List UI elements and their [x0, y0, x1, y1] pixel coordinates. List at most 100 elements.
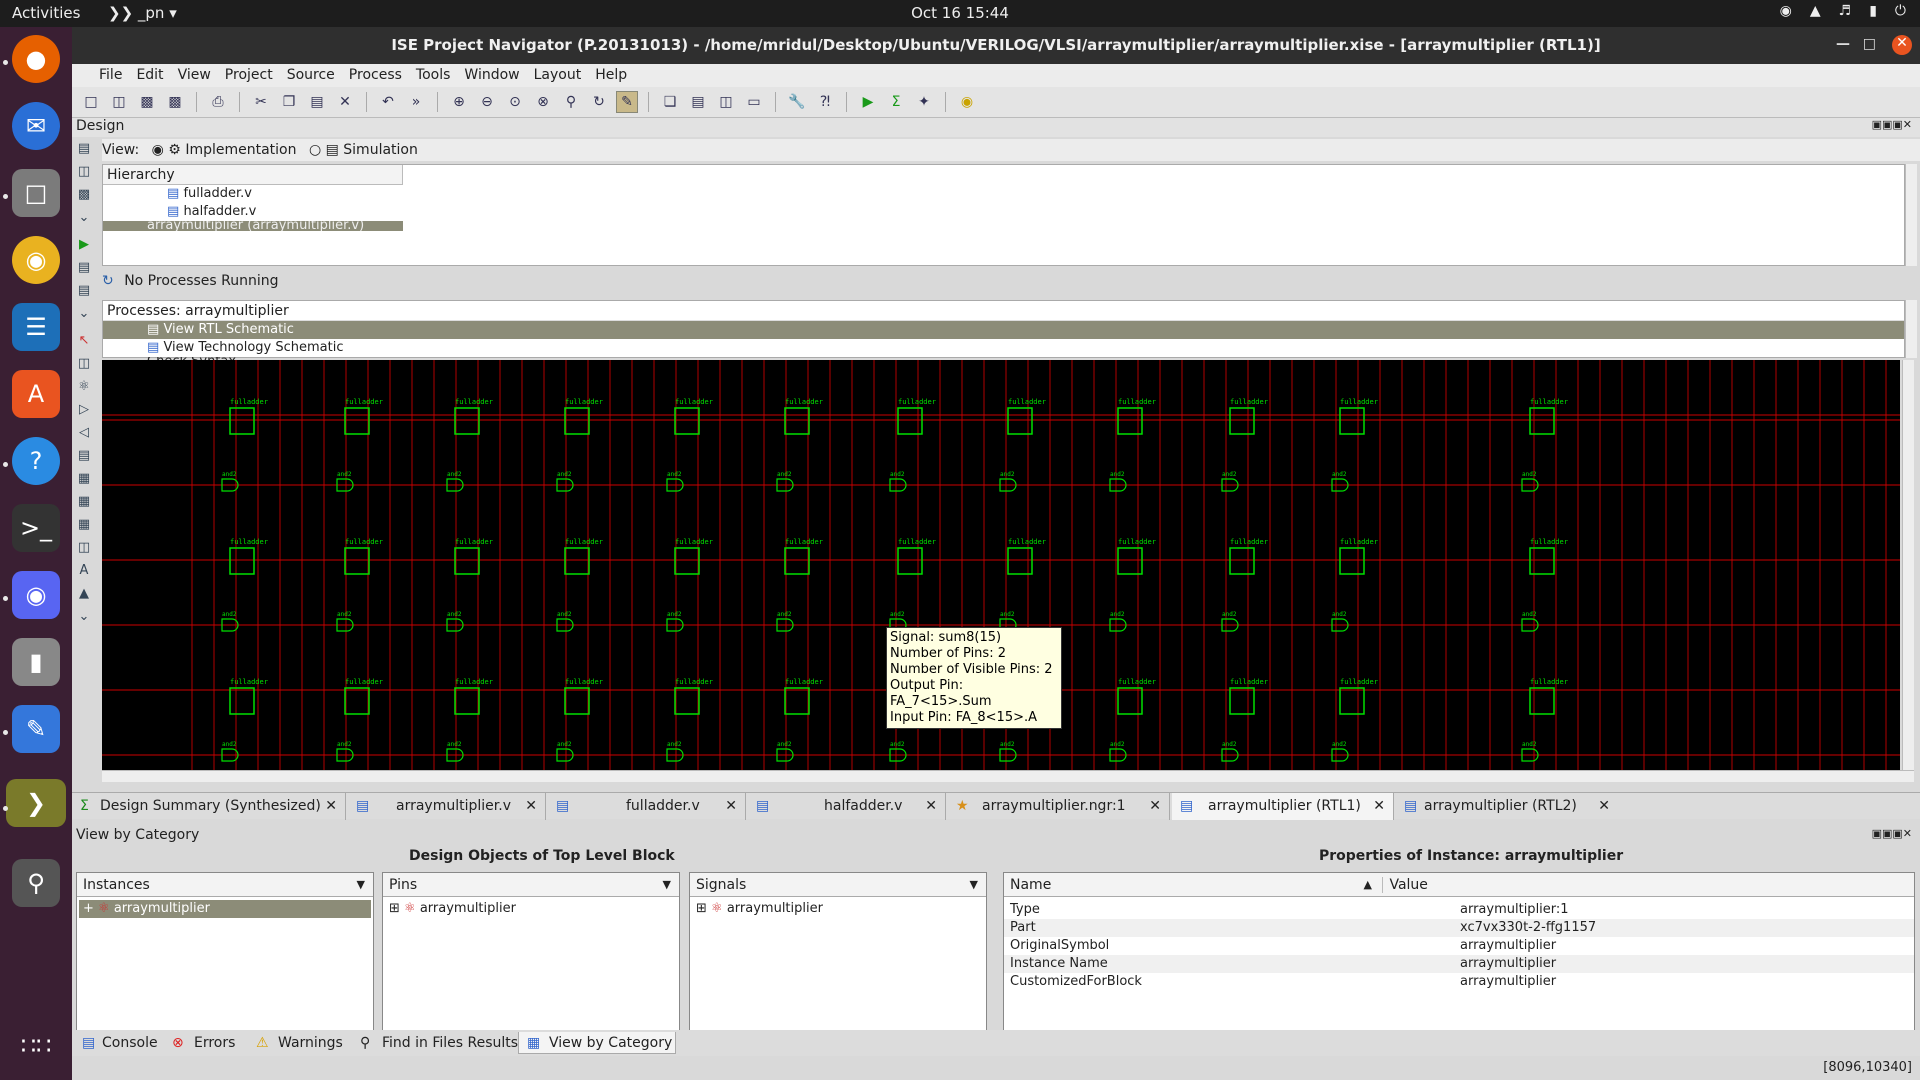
value-column-header[interactable]: Value — [1382, 877, 1428, 893]
terminal-icon[interactable]: >_ — [12, 504, 60, 552]
tab-rtl1[interactable]: ▤ arraymultiplier (RTL1) ✕ — [1172, 793, 1394, 820]
panel-window-controls[interactable]: ▣▣▣✕ — [1872, 827, 1912, 840]
writer-icon[interactable]: ☰ — [12, 303, 60, 351]
pan-icon[interactable]: ⚲ — [560, 91, 582, 113]
select-tool-icon[interactable]: ✎ — [616, 91, 638, 113]
help-icon[interactable]: ? — [12, 437, 60, 485]
push-icon[interactable]: ▷ — [79, 402, 89, 417]
pointer-icon[interactable]: ↖ — [79, 333, 90, 348]
discord-tray-icon[interactable]: ◉ — [1780, 3, 1792, 19]
discord-icon[interactable]: ◉ — [12, 571, 60, 619]
search-icon[interactable]: ⚲ — [12, 859, 60, 907]
schematic-tool-icon[interactable]: ▤ — [78, 260, 90, 275]
pins-list[interactable]: Pins ▼ ⊞ ⚛ arraymultiplier — [382, 872, 680, 1055]
sort-ascending-icon[interactable]: ▲ — [1364, 873, 1372, 897]
text-icon[interactable]: A — [80, 563, 89, 578]
add-source-icon[interactable]: ◫ — [78, 164, 90, 179]
new-source-icon[interactable]: ▤ — [78, 141, 90, 156]
close-tab-icon[interactable]: ✕ — [725, 793, 737, 819]
zoom-area-icon[interactable]: ⊗ — [532, 91, 554, 113]
tab-rtl2[interactable]: ▤ arraymultiplier (RTL2) ✕ — [1396, 793, 1618, 820]
undo-icon[interactable]: ↶ — [377, 91, 399, 113]
highlight-icon[interactable]: ▦ — [78, 471, 90, 486]
name-column-header[interactable]: Name ▲ — [1010, 873, 1378, 897]
processes-scrollbar[interactable] — [1905, 300, 1917, 358]
panel-window-controls[interactable]: ▣▣▣✕ — [1872, 118, 1912, 131]
stamp-icon[interactable]: ▲ — [79, 586, 89, 601]
process-view-rtl[interactable]: ▤ View RTL Schematic — [103, 321, 1904, 339]
zoom-out-icon[interactable]: ⊖ — [476, 91, 498, 113]
help-context-icon[interactable]: ⁈ — [814, 91, 836, 113]
find-icon[interactable]: ▤ — [78, 448, 90, 463]
pin-item[interactable]: ⊞ ⚛ arraymultiplier — [385, 900, 677, 918]
signals-header[interactable]: Signals ▼ — [690, 873, 986, 897]
delete-icon[interactable]: ✕ — [334, 91, 356, 113]
wifi-icon[interactable]: ▲ — [1810, 3, 1821, 19]
pins-header[interactable]: Pins ▼ — [383, 873, 679, 897]
tile-horizontal-icon[interactable]: ▤ — [687, 91, 709, 113]
close-tab-icon[interactable]: ✕ — [1598, 793, 1610, 819]
expand3-icon[interactable]: ⌄ — [79, 609, 90, 624]
hierarchy-icon[interactable]: ⚛ — [78, 379, 90, 394]
property-row[interactable]: Part xc7vx330t-2-ffg1157 — [1004, 919, 1914, 937]
hierarchy-item[interactable]: ▤ fulladder.v — [103, 185, 1904, 203]
schematic-vscroll[interactable] — [1902, 360, 1914, 770]
close-tab-icon[interactable]: ✕ — [1149, 793, 1161, 819]
property-row[interactable]: Type arraymultiplier:1 — [1004, 901, 1914, 919]
print-icon[interactable]: ⎙ — [207, 91, 229, 113]
signal-item[interactable]: ⊞ ⚛ arraymultiplier — [692, 900, 984, 918]
chevron-down-icon[interactable]: ▼ — [970, 873, 978, 897]
menu-file[interactable]: File — [92, 64, 129, 87]
cascade-icon[interactable]: ❏ — [659, 91, 681, 113]
refresh-icon[interactable]: ↻ — [588, 91, 610, 113]
properties-icon[interactable]: 🔧 — [786, 91, 808, 113]
expand-icon[interactable]: ⌄ — [79, 210, 90, 225]
hierarchy-item[interactable]: ▤ halfadder.v — [103, 203, 1904, 221]
tab-halfadder-v[interactable]: ▤ halfadder.v ✕ — [748, 793, 946, 820]
chevron-down-icon[interactable]: ▼ — [357, 873, 365, 897]
simulation-radio[interactable]: ○ ▤ Simulation — [309, 142, 418, 158]
tab-console[interactable]: ▤ Console — [76, 1032, 162, 1054]
tools-icon[interactable]: ✦ — [913, 91, 935, 113]
process-view-technology[interactable]: ▤ View Technology Schematic — [103, 339, 1904, 357]
menu-edit[interactable]: Edit — [129, 64, 170, 87]
software-icon[interactable]: A — [12, 370, 60, 418]
cut-icon[interactable]: ✂ — [250, 91, 272, 113]
zoom-in-icon[interactable]: ⊕ — [448, 91, 470, 113]
close-tab-icon[interactable]: ✕ — [1373, 793, 1385, 819]
close-tab-icon[interactable]: ✕ — [325, 793, 337, 819]
save-icon[interactable]: ▩ — [136, 91, 158, 113]
clock[interactable]: Oct 16 15:44 — [0, 4, 1920, 22]
hierarchy-scrollbar[interactable] — [1905, 164, 1917, 266]
ise-icon[interactable]: ❯ — [6, 779, 66, 827]
volume-icon[interactable]: ♬ — [1839, 3, 1852, 19]
menu-layout[interactable]: Layout — [527, 64, 589, 87]
more-icon[interactable]: » — [405, 91, 427, 113]
lightbulb-icon[interactable]: ◉ — [956, 91, 978, 113]
sigma-icon[interactable]: Σ — [885, 91, 907, 113]
menu-view[interactable]: View — [171, 64, 218, 87]
chevron-down-icon[interactable]: ▼ — [663, 873, 671, 897]
open-icon[interactable]: ◫ — [108, 91, 130, 113]
menu-window[interactable]: Window — [457, 64, 526, 87]
maximize-button[interactable]: □ — [1863, 36, 1876, 52]
thunderbird-icon[interactable]: ✉ — [12, 102, 60, 150]
system-tray[interactable]: ◉ ▲ ♬ ▮ ⏻ — [1780, 3, 1906, 19]
zoom-fit-icon[interactable]: ⊙ — [504, 91, 526, 113]
paste-icon[interactable]: ▤ — [306, 91, 328, 113]
menu-project[interactable]: Project — [218, 64, 280, 87]
schematic-tool2-icon[interactable]: ▤ — [78, 283, 90, 298]
wire-icon[interactable]: ◫ — [78, 356, 90, 371]
expand2-icon[interactable]: ⌄ — [79, 306, 90, 321]
tile-vertical-icon[interactable]: ◫ — [715, 91, 737, 113]
window-titlebar[interactable]: ISE Project Navigator (P.20131013) - /ho… — [72, 27, 1920, 64]
tab-arraymultiplier-v[interactable]: ▤ arraymultiplier.v ✕ — [348, 793, 546, 820]
schematic-hscroll[interactable] — [102, 770, 1914, 782]
copy-icon[interactable]: ❐ — [278, 91, 300, 113]
menu-process[interactable]: Process — [342, 64, 409, 87]
close-tab-icon[interactable]: ✕ — [525, 793, 537, 819]
tab-errors[interactable]: ⊗ Errors — [168, 1032, 248, 1054]
show-apps-icon[interactable]: ∷∷ — [12, 1022, 60, 1070]
menu-tools[interactable]: Tools — [409, 64, 458, 87]
new-icon[interactable]: □ — [80, 91, 102, 113]
